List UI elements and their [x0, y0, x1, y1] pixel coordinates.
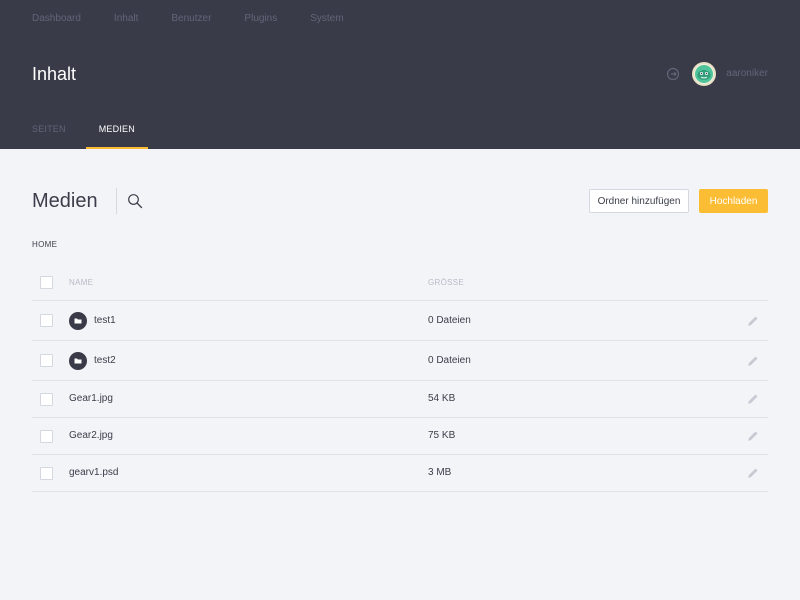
folder-icon — [69, 311, 87, 330]
column-header-size[interactable]: GRÖSSE — [428, 278, 464, 288]
edit-icon[interactable] — [746, 354, 760, 368]
edit-icon[interactable] — [746, 392, 760, 406]
nav-plugins[interactable]: Plugins — [244, 13, 277, 25]
nav-dashboard[interactable]: Dashboard — [32, 13, 81, 25]
media-table: NAME GRÖSSE test1 0 Dateien test2 0 Date… — [32, 265, 768, 492]
row-checkbox[interactable] — [40, 354, 53, 367]
row-checkbox[interactable] — [40, 466, 53, 480]
content-tabs: SEITEN MEDIEN — [32, 115, 148, 149]
upload-button[interactable]: Hochladen — [699, 189, 768, 213]
edit-icon[interactable] — [746, 466, 760, 480]
item-size: 3 MB — [428, 467, 452, 478]
avatar[interactable] — [692, 62, 717, 86]
item-name[interactable]: test2 — [94, 355, 116, 367]
row-checkbox[interactable] — [40, 314, 53, 327]
item-name[interactable]: test1 — [94, 315, 116, 327]
select-all-checkbox[interactable] — [40, 276, 53, 289]
folder-icon — [69, 351, 87, 370]
add-folder-button[interactable]: Ordner hinzufügen — [589, 189, 689, 213]
item-size: 0 Dateien — [428, 354, 471, 366]
row-checkbox[interactable] — [40, 392, 53, 406]
search-icon[interactable] — [127, 193, 143, 209]
tab-seiten[interactable]: SEITEN — [32, 115, 66, 149]
top-navigation: Dashboard Inhalt Benutzer Plugins System — [32, 13, 377, 25]
item-size: 75 KB — [428, 430, 456, 441]
nav-inhalt[interactable]: Inhalt — [114, 13, 138, 25]
edit-icon[interactable] — [746, 429, 760, 443]
table-row[interactable]: Gear2.jpg 75 KB — [32, 418, 768, 455]
table-header: NAME GRÖSSE — [32, 265, 768, 301]
tab-medien[interactable]: MEDIEN — [85, 115, 148, 149]
username[interactable]: aaroniker — [726, 68, 768, 80]
item-size: 54 KB — [428, 393, 456, 404]
page-title: Inhalt — [32, 64, 77, 84]
section-title: Medien — [32, 190, 98, 212]
nav-benutzer[interactable]: Benutzer — [171, 13, 211, 25]
item-size: 0 Dateien — [428, 314, 471, 326]
table-row[interactable]: test1 0 Dateien — [32, 301, 768, 341]
table-row[interactable]: gearv1.psd 3 MB — [32, 455, 768, 492]
edit-icon[interactable] — [746, 314, 760, 328]
table-row[interactable]: test2 0 Dateien — [32, 341, 768, 381]
app-header: Dashboard Inhalt Benutzer Plugins System… — [0, 0, 800, 149]
table-row[interactable]: Gear1.jpg 54 KB — [32, 381, 768, 418]
item-name[interactable]: Gear2.jpg — [69, 430, 113, 442]
row-checkbox[interactable] — [40, 429, 53, 443]
title-divider — [116, 188, 117, 214]
user-area: aaroniker — [666, 62, 768, 86]
item-name[interactable]: gearv1.psd — [69, 467, 118, 479]
column-header-name[interactable]: NAME — [69, 278, 93, 288]
breadcrumb[interactable]: HOME — [32, 240, 57, 250]
logout-icon[interactable] — [666, 67, 680, 81]
nav-system[interactable]: System — [310, 13, 343, 25]
item-name[interactable]: Gear1.jpg — [69, 393, 113, 405]
